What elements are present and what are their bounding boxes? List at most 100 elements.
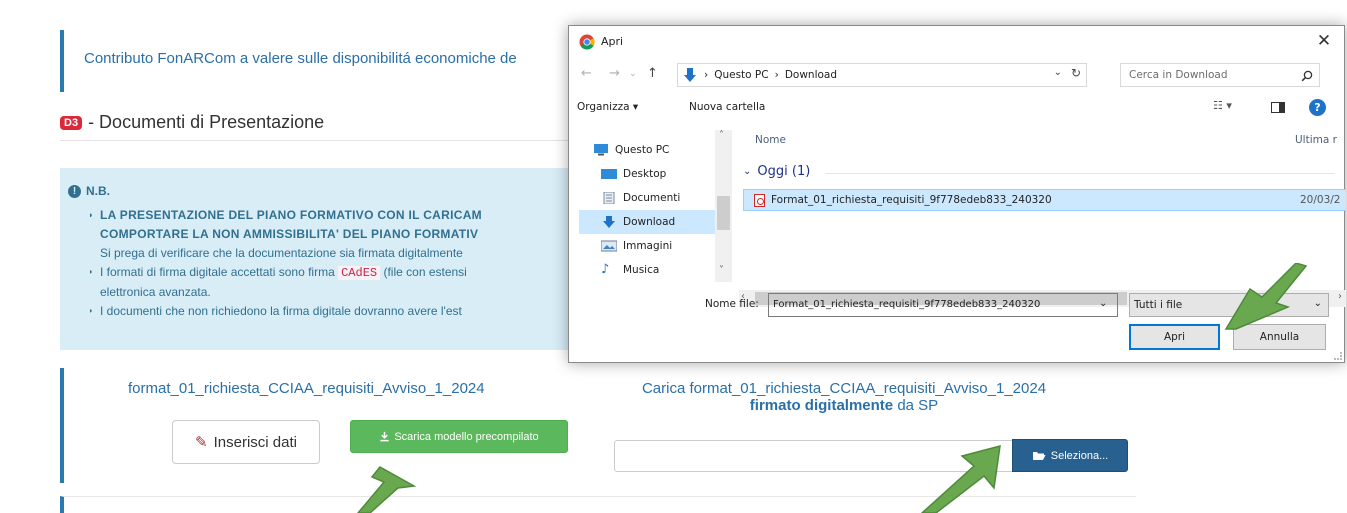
navigation-scrollbar[interactable]: ˄ ˅ [715,130,732,282]
nav-item-this-pc[interactable]: Questo PC [579,138,715,162]
group-divider [825,173,1335,174]
nb-item-formats-cont: elettronica avanzata. [100,285,211,299]
folder-open-icon [1032,452,1046,460]
help-icon[interactable]: ? [1309,99,1326,116]
navigation-row: ← → ⌄ ↑ › Questo PC › Download ⌄ ↻ Cerca… [569,59,1344,91]
column-header-date[interactable]: Ultima r [1295,134,1337,146]
view-options-icon[interactable]: ☷ ▾ [1213,99,1232,112]
download-folder-icon [684,68,696,82]
annotation-arrow-open [1224,263,1308,330]
dialog-title: Apri [601,35,624,48]
pictures-icon [601,240,617,252]
upload-title-suffix: da SP [893,397,939,414]
pc-icon [594,144,608,156]
nav-item-download[interactable]: Download [579,210,715,234]
chevron-down-icon: ⌄ [1313,298,1322,309]
annotation-arrow-download [357,466,417,513]
upload-title: Carica format_01_richiesta_CCIAA_requisi… [594,380,1094,414]
nav-item-music[interactable]: ♪ Musica [579,258,715,282]
breadcrumb-separator: › [774,69,779,81]
file-name: Format_01_richiesta_requisiti_9f778edeb8… [771,194,1052,206]
filename-label: Nome file: [705,298,759,310]
nav-item-label: Questo PC [615,144,670,156]
nb-item-unsigned: I documenti che non richiedono la firma … [90,302,570,321]
documents-icon [603,192,615,204]
insert-data-label: Inserisci dati [213,433,297,451]
breadcrumb-separator: › [704,69,709,81]
filename-dropdown-icon[interactable]: ⌄ [1099,298,1107,309]
document-title: format_01_richiesta_CCIAA_requisiti_Avvi… [128,380,485,397]
search-placeholder: Cerca in Download [1129,69,1228,81]
desktop-icon [601,169,617,179]
nb-info-box: ! N.B. LA PRESENTAZIONE DEL PIANO FORMAT… [60,168,570,350]
dialog-titlebar[interactable]: Apri ✕ [569,26,1344,58]
resize-grip[interactable] [1334,352,1342,360]
navigation-pane: Questo PC Desktop Documenti Download Imm… [579,128,729,288]
preview-pane-icon[interactable] [1271,102,1285,113]
nb-item-formats: I formati di firma digitale accettati so… [90,263,570,283]
music-icon: ♪ [601,262,610,277]
upload-title-bold: firmato digitalmente [749,397,894,414]
nb-formats-post: (file con estensi [383,265,467,279]
command-bar: Organizza ▾ Nuova cartella ☷ ▾ ? [569,93,1344,123]
search-input[interactable]: Cerca in Download [1120,63,1320,87]
group-header-today[interactable]: ⌄ Oggi (1) [743,164,810,179]
nb-formats-pre: I formati di firma digitale accettati so… [100,265,335,279]
contribution-notice: Contributo FonARCom a valere sulle dispo… [60,30,600,92]
column-header-name[interactable]: Nome [755,134,786,146]
file-date: 20/03/2 [1300,194,1341,206]
open-button[interactable]: Apri [1129,324,1220,350]
new-folder-button[interactable]: Nuova cartella [689,101,765,113]
breadcrumb-this-pc[interactable]: Questo PC [714,69,768,81]
scroll-down-icon[interactable]: ˅ [719,265,724,276]
upload-title-line2: firmato digitalmente da SP [594,397,1094,414]
info-icon: ! [68,184,81,198]
nb-item-warning: LA PRESENTAZIONE DEL PIANO FORMATIVO CON… [90,206,570,225]
section-title: D3 - Documenti di Presentazione [60,112,324,133]
search-icon [1301,70,1313,82]
nb-list: LA PRESENTAZIONE DEL PIANO FORMATIVO CON… [90,206,570,321]
chevron-down-icon: ⌄ [743,166,752,177]
nav-item-desktop[interactable]: Desktop [579,162,715,186]
file-item-selected[interactable]: Format_01_richiesta_requisiti_9f778edeb8… [743,189,1346,211]
nb-heading-text: N.B. [86,184,110,198]
up-arrow-icon[interactable]: ↑ [647,66,658,81]
recent-chevron-icon[interactable]: ⌄ [629,69,637,79]
contribution-text: Contributo FonARCom a valere sulle dispo… [84,50,517,67]
organize-menu[interactable]: Organizza ▾ [577,101,638,113]
pdf-file-icon [754,193,765,207]
nav-item-documents[interactable]: Documenti [579,186,715,210]
back-arrow-icon[interactable]: ← [581,66,592,81]
nav-item-pictures[interactable]: Immagini [579,234,715,258]
scroll-up-icon[interactable]: ˄ [719,130,724,141]
cades-code: CAdES [338,266,381,280]
close-icon[interactable]: ✕ [1312,30,1336,52]
section-badge: D3 [60,115,83,130]
address-bar[interactable]: › Questo PC › Download ⌄ ↻ [677,63,1087,87]
download-template-button[interactable]: Scarica modello precompilato [350,420,568,453]
nb-heading: ! N.B. [68,184,110,198]
scrollbar-thumb[interactable] [717,196,730,230]
breadcrumb-download[interactable]: Download [785,69,837,81]
chrome-icon [579,34,595,50]
section-divider [60,140,570,141]
download-icon [380,431,389,442]
nb-item-warning-cont: COMPORTARE LA NON AMMISSIBILITA' DEL PIA… [100,227,479,241]
nav-item-label: Musica [623,264,660,276]
filename-input[interactable]: Format_01_richiesta_requisiti_9f778edeb8… [768,293,1118,317]
group-label: Oggi (1) [757,164,811,179]
nb-item-verify: Si prega di verificare che la documentaz… [100,246,463,260]
select-file-button[interactable]: Seleziona... [1012,439,1128,472]
forward-arrow-icon[interactable]: → [609,66,620,81]
address-dropdown-icon[interactable]: ⌄ [1054,67,1062,78]
scroll-right-icon[interactable]: › [1338,291,1342,302]
refresh-icon[interactable]: ↻ [1071,66,1081,80]
section-title-text: - Documenti di Presentazione [88,112,325,132]
pencil-icon: ✎ [195,434,208,451]
nav-item-label: Download [623,216,676,228]
insert-data-button[interactable]: ✎ Inserisci dati [172,420,320,464]
nav-item-label: Documenti [623,192,681,204]
upload-title-line1: Carica format_01_richiesta_CCIAA_requisi… [641,380,1047,397]
file-type-value: Tutti i file [1134,299,1183,311]
select-file-label: Seleziona... [1050,449,1109,462]
